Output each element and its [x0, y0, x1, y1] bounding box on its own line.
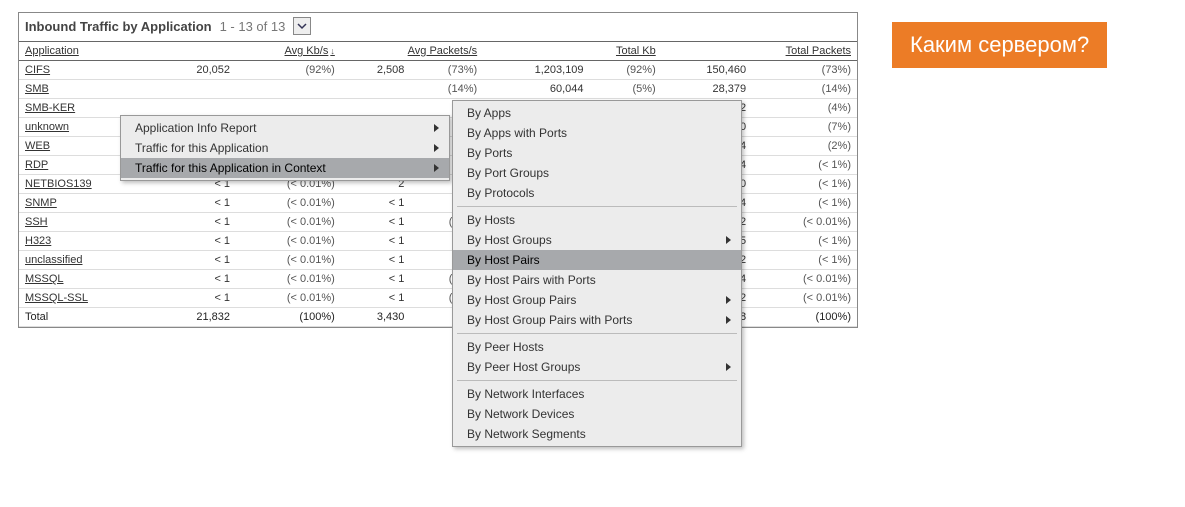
- application-link[interactable]: H323: [25, 235, 51, 247]
- menu-item[interactable]: By Host Groups: [453, 230, 741, 250]
- context-menu-submenu[interactable]: By Apps By Apps with Ports By Ports By Port…: [452, 100, 742, 447]
- menu-item[interactable]: By Network Interfaces: [453, 384, 741, 404]
- application-link[interactable]: CIFS: [25, 64, 50, 76]
- panel-title: Inbound Traffic by Application: [25, 19, 212, 34]
- col-total-packets[interactable]: Total Packets: [662, 42, 857, 61]
- menu-item-label: By Apps: [467, 106, 511, 120]
- application-link[interactable]: WEB: [25, 140, 50, 152]
- chevron-down-icon: [297, 21, 307, 31]
- menu-item-label: By Port Groups: [467, 166, 549, 180]
- menu-item-label: By Protocols: [467, 186, 534, 200]
- panel-count: 1 - 13 of 13: [220, 19, 286, 34]
- application-link[interactable]: unclassified: [25, 254, 82, 266]
- menu-item[interactable]: By Peer Host Groups: [453, 357, 741, 377]
- menu-separator: [457, 380, 737, 381]
- menu-item[interactable]: By Host Pairs: [453, 250, 741, 270]
- menu-item[interactable]: By Peer Hosts: [453, 337, 741, 357]
- menu-item-label: By Apps with Ports: [467, 126, 567, 140]
- table-row: CIFS20,052(92%)2,508(73%)1,203,109(92%)1…: [19, 61, 857, 80]
- col-avg-pps[interactable]: Avg Packets/s: [341, 42, 483, 61]
- menu-item[interactable]: By Host Group Pairs: [453, 290, 741, 310]
- menu-item-label: By Network Segments: [467, 427, 586, 441]
- menu-item-label: Traffic for this Application in Context: [135, 161, 326, 175]
- col-total-kb[interactable]: Total Kb: [483, 42, 662, 61]
- panel-header: Inbound Traffic by Application 1 - 13 of…: [19, 13, 857, 41]
- menu-item[interactable]: By Host Group Pairs with Ports: [453, 310, 741, 330]
- panel-dropdown-button[interactable]: [293, 17, 311, 35]
- application-link[interactable]: SMB: [25, 83, 49, 95]
- application-link[interactable]: MSSQL-SSL: [25, 292, 88, 304]
- menu-item-label: By Host Pairs with Ports: [467, 273, 596, 287]
- col-application[interactable]: Application: [19, 42, 156, 61]
- menu-item[interactable]: By Hosts: [453, 210, 741, 230]
- menu-item[interactable]: By Network Segments: [453, 424, 741, 444]
- application-link[interactable]: NETBIOS139: [25, 178, 92, 190]
- menu-item-label: By Peer Hosts: [467, 340, 544, 354]
- menu-item-label: Application Info Report: [135, 121, 256, 135]
- application-link[interactable]: SSH: [25, 216, 48, 228]
- sort-indicator-icon: ↓: [330, 46, 335, 56]
- menu-item-label: By Peer Host Groups: [467, 360, 580, 374]
- menu-item[interactable]: By Port Groups: [453, 163, 741, 183]
- menu-item-label: By Host Groups: [467, 233, 552, 247]
- menu-separator: [457, 333, 737, 334]
- menu-item[interactable]: Traffic for this Application: [121, 138, 449, 158]
- context-menu-primary[interactable]: Application Info Report Traffic for this …: [120, 115, 450, 181]
- menu-item[interactable]: By Protocols: [453, 183, 741, 203]
- menu-item-label: By Host Group Pairs: [467, 293, 576, 307]
- menu-item-label: By Hosts: [467, 213, 515, 227]
- menu-item-label: By Network Interfaces: [467, 387, 584, 401]
- menu-item[interactable]: By Host Pairs with Ports: [453, 270, 741, 290]
- menu-item[interactable]: By Apps: [453, 103, 741, 123]
- application-link[interactable]: RDP: [25, 159, 48, 171]
- application-link[interactable]: SMB-KER: [25, 102, 75, 114]
- application-link[interactable]: unknown: [25, 121, 69, 133]
- menu-item[interactable]: By Network Devices: [453, 404, 741, 424]
- menu-item[interactable]: Application Info Report: [121, 118, 449, 138]
- menu-item[interactable]: Traffic for this Application in Context: [121, 158, 449, 178]
- menu-item-label: Traffic for this Application: [135, 141, 268, 155]
- menu-item-label: By Network Devices: [467, 407, 574, 421]
- menu-item-label: By Host Group Pairs with Ports: [467, 313, 632, 327]
- menu-item-label: By Host Pairs: [467, 253, 540, 267]
- application-link[interactable]: MSSQL: [25, 273, 64, 285]
- menu-item-label: By Ports: [467, 146, 512, 160]
- menu-separator: [457, 206, 737, 207]
- table-row: SMB(14%)60,044(5%)28,379(14%): [19, 80, 857, 99]
- menu-item[interactable]: By Ports: [453, 143, 741, 163]
- menu-item[interactable]: By Apps with Ports: [453, 123, 741, 143]
- annotation-callout: Каким сервером?: [892, 22, 1107, 68]
- col-avg-kbs[interactable]: Avg Kb/s↓: [156, 42, 341, 61]
- application-link[interactable]: SNMP: [25, 197, 57, 209]
